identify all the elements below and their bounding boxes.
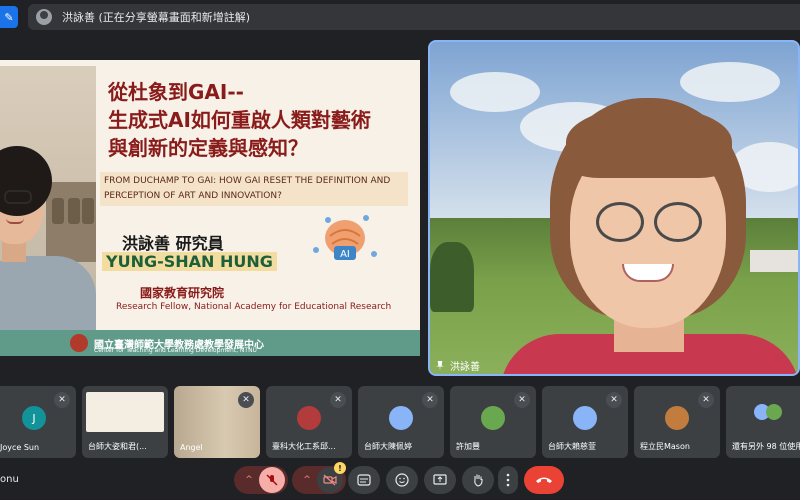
meet-window: ✎ 洪詠善 (正在分享螢幕畫面和新增註解) 從杜象到GAI-- 生成式AI如何重… xyxy=(0,0,800,500)
participant-tile[interactable]: 台師大姿和君(... xyxy=(82,386,168,458)
emoji-icon xyxy=(395,473,409,487)
slide-title-line-3: 與創新的定義與感知？ xyxy=(108,136,308,160)
presenting-banner: 洪詠善 (正在分享螢幕畫面和新增註解) xyxy=(28,4,800,30)
leave-call-button[interactable] xyxy=(524,466,564,494)
participant-name: 許加豐 xyxy=(456,442,480,451)
participant-screen-thumbnail xyxy=(86,392,164,432)
slide-institution-cn: 國家教育研究院 xyxy=(140,286,225,300)
participant-tile[interactable]: ✕ 臺科大化工系邱... xyxy=(266,386,352,458)
ai-brain-icon: AI xyxy=(313,215,377,260)
present-icon xyxy=(433,474,447,485)
captions-button[interactable] xyxy=(348,466,380,494)
participant-avatar xyxy=(766,404,782,420)
self-name: onu xyxy=(0,474,19,485)
cc-icon xyxy=(357,474,371,486)
hangup-icon xyxy=(536,477,552,483)
slide-title-line-2: 生成式AI如何重啟人類對藝術 xyxy=(108,108,371,132)
presenting-text: 洪詠善 (正在分享螢幕畫面和新增註解) xyxy=(62,11,251,24)
participant-name: 程立民Mason xyxy=(640,442,690,451)
mic-off-icon: ✕ xyxy=(698,392,714,408)
more-participants-tile[interactable]: 還有另外 98 位使用 xyxy=(726,386,800,458)
present-button[interactable] xyxy=(424,466,456,494)
participant-name: 臺科大化工系邱... xyxy=(272,442,336,451)
active-speaker-video[interactable]: 洪詠善 xyxy=(428,40,800,376)
warning-badge: ! xyxy=(334,462,346,474)
slide-subtitle-en: FROM DUCHAMP TO GAI: HOW GAI RESET THE D… xyxy=(104,176,391,201)
more-options-button[interactable] xyxy=(498,466,518,494)
annotate-button[interactable]: ✎ xyxy=(0,6,18,28)
mic-off-button[interactable] xyxy=(258,467,285,493)
slide-title-line-1: 從杜象到GAI-- xyxy=(108,80,244,104)
pin-icon[interactable] xyxy=(436,360,444,371)
participant-avatar xyxy=(573,406,597,430)
participant-name: Joyce Sun xyxy=(0,443,40,452)
participant-avatar: J xyxy=(22,406,46,430)
camera-options-icon[interactable]: ^ xyxy=(303,475,311,485)
mic-options-icon[interactable]: ^ xyxy=(245,475,253,485)
mic-control[interactable]: ^ xyxy=(234,466,288,494)
raise-hand-button[interactable] xyxy=(462,466,494,494)
mic-off-icon: ✕ xyxy=(514,392,530,408)
participant-tile[interactable]: ✕ 台師大陳佩婷 xyxy=(358,386,444,458)
brain-ai-label: AI xyxy=(340,249,350,260)
slide-role-en: Research Fellow, National Academy for Ed… xyxy=(116,302,392,312)
more-icon xyxy=(506,473,510,487)
mic-off-icon: ✕ xyxy=(54,392,70,408)
mic-off-icon: ✕ xyxy=(606,392,622,408)
slide-footer: 國立臺灣師範大學教務處教學發展中心 Center for Teaching an… xyxy=(0,330,420,356)
more-participants-text: 還有另外 98 位使用 xyxy=(732,442,800,451)
participant-name: 台師大賴慈萱 xyxy=(548,442,596,451)
participant-name: Angel xyxy=(180,443,203,452)
participant-avatar xyxy=(389,406,413,430)
participant-avatar xyxy=(481,406,505,430)
participant-tile[interactable]: ✕ 台師大賴慈萱 xyxy=(542,386,628,458)
participant-name: 台師大姿和君(... xyxy=(88,442,147,451)
slide-speaker-name-en: YUNG-SHAN HUNG xyxy=(102,252,277,271)
mic-off-icon: ✕ xyxy=(238,392,254,408)
shared-screen-slide: 從杜象到GAI-- 生成式AI如何重啟人類對藝術 與創新的定義與感知？ FROM… xyxy=(0,60,420,356)
participant-strip: ✕ J Joyce Sun 台師大姿和君(... ✕ Angel ✕ 臺科大化工… xyxy=(0,386,800,458)
participant-avatar xyxy=(297,406,321,430)
mic-off-icon: ✕ xyxy=(422,392,438,408)
participant-tile[interactable]: ✕ 許加豐 xyxy=(450,386,536,458)
pencil-icon: ✎ xyxy=(4,10,14,24)
emoji-button[interactable] xyxy=(386,466,418,494)
participant-tile[interactable]: ✕ Angel xyxy=(174,386,260,458)
footer-en: Center for Teaching and Learning Develop… xyxy=(94,347,257,354)
participant-tile[interactable]: ✕ 程立民Mason xyxy=(634,386,720,458)
raise-hand-icon xyxy=(474,474,483,487)
camera-off-icon xyxy=(323,474,337,486)
mic-off-icon xyxy=(266,474,278,486)
speaker-name-tag: 洪詠善 xyxy=(436,358,480,373)
presenter-avatar xyxy=(36,9,52,25)
speaker-name: 洪詠善 xyxy=(450,362,480,373)
participant-avatar xyxy=(665,406,689,430)
slide-speaker-photo xyxy=(0,66,96,356)
ntnu-logo xyxy=(70,334,88,352)
slide-speaker-name-cn: 洪詠善 研究員 xyxy=(122,234,224,253)
participant-tile[interactable]: ✕ J Joyce Sun xyxy=(0,386,76,458)
mic-off-icon: ✕ xyxy=(330,392,346,408)
participant-name: 台師大陳佩婷 xyxy=(364,442,412,451)
